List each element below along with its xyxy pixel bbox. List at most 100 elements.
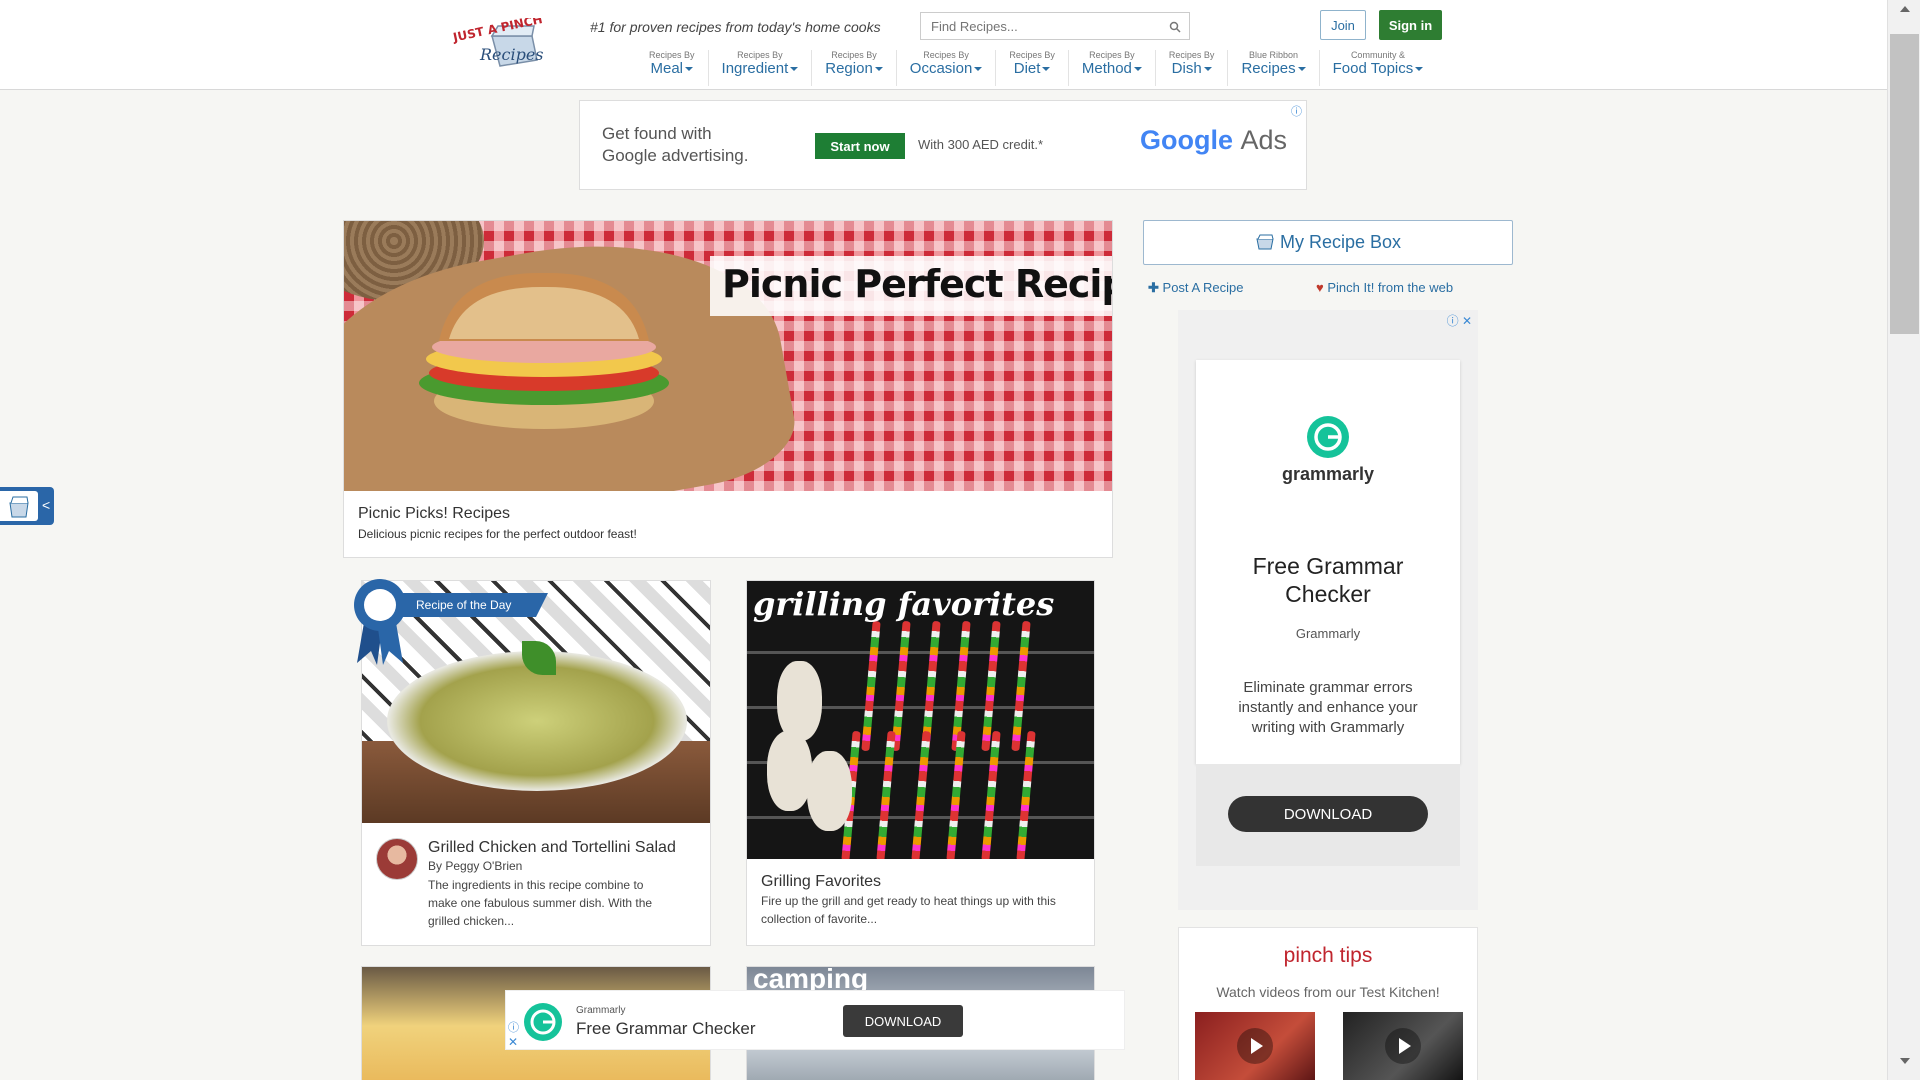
nav-small-label: Blue Ribbon [1249,50,1299,60]
scroll-down-arrow-icon[interactable] [1900,1058,1910,1064]
pinch-it-link[interactable]: ♥ Pinch It! from the web [1316,280,1453,295]
nav-small-label: Recipes By [923,50,969,60]
nav-method[interactable]: Recipes By Method [1069,50,1156,86]
recipe-author[interactable]: By Peggy O'Brien [428,859,522,873]
ad-headline: Free Grammar Checker [576,1019,756,1038]
nav-small-label: Recipes By [831,50,877,60]
grammarly-logo-icon [1307,416,1349,458]
hero-title: Picnic Perfect Recipes [722,262,1112,306]
heart-icon: ♥ [1316,280,1324,295]
ad-cta-area: DOWNLOAD [1196,764,1460,866]
caret-down-icon [874,67,883,72]
ribbon-icon [354,579,406,665]
author-avatar[interactable] [376,838,418,880]
recipe-card[interactable]: Recipe of the Day Grilled Chicken and To… [354,579,711,946]
nav-small-label: Recipes By [1089,50,1135,60]
nav-small-label: Recipes By [1168,50,1215,60]
nav-dish[interactable]: Recipes By Dish [1156,50,1229,86]
tips-subtitle: Watch videos from our Test Kitchen! [1216,984,1440,1000]
grammarly-logo-icon [524,1003,562,1041]
scroll-up-arrow-icon[interactable] [1900,6,1910,12]
nav-small-label: Recipes By [649,50,695,60]
main-nav: Recipes By Meal Recipes By Ingredient Re… [636,50,1436,86]
ad-headline: Free Grammar Checker [1252,553,1404,607]
nav-small-label: Recipes By [737,50,783,60]
download-button[interactable]: DOWNLOAD [843,1005,963,1037]
recipe-box-slide-tab[interactable]: < [0,487,54,525]
nav-label: Food Topics [1333,60,1424,77]
start-now-button[interactable]: Start now [815,133,905,159]
caret-down-icon [1297,67,1306,72]
collection-card[interactable]: grilling favorites Grilling Favorites Fi… [746,580,1095,946]
tips-title: pinch tips [1283,944,1373,967]
collection-title[interactable]: Grilling Favorites [761,873,881,891]
ad-body: Eliminate grammar errors instantly and e… [1238,679,1418,736]
nav-label: Ingredient [722,60,799,77]
join-button[interactable]: Join [1320,10,1366,40]
recipe-of-day-badge: Recipe of the Day [398,593,548,617]
grammarly-bottom-ad[interactable]: ⓘ ✕ Grammarly Free Grammar Checker DOWNL… [505,990,1125,1050]
signin-button[interactable]: Sign in [1379,10,1442,40]
ad-info-icon[interactable]: ⓘ [1291,103,1302,119]
nav-diet[interactable]: Recipes By Diet [996,50,1069,86]
play-icon [1385,1028,1421,1064]
nav-small-label: Community & [1350,50,1405,60]
hero-caption[interactable]: Picnic Picks! Recipes [358,505,510,523]
grammarly-side-ad[interactable]: ⓘ ✕ grammarly Free Grammar Checker Gramm… [1178,310,1478,910]
hero-subtitle: Delicious picnic recipes for the perfect… [358,527,637,541]
nav-occasion[interactable]: Recipes By Occasion [897,50,997,86]
video-thumbnail[interactable] [1343,1012,1463,1080]
sandwich-image [419,272,669,429]
recipe-image [362,581,710,823]
search-icon[interactable] [1169,20,1181,38]
site-header: JUST A PINCH Recipes #1 for proven recip… [0,0,1887,90]
search-box [920,12,1190,40]
ad-brand: Grammarly [1295,626,1361,641]
recipe-description: The ingredients in this recipe combine t… [428,878,653,928]
recipe-box-icon [1255,232,1280,252]
nav-community[interactable]: Community & Food Topics [1320,50,1437,86]
nav-ingredient[interactable]: Recipes By Ingredient [709,50,813,86]
caret-down-icon [685,67,694,72]
hero-image: Picnic Perfect Recipes [344,221,1112,491]
chevron-left-icon: < [42,497,51,513]
download-button[interactable]: DOWNLOAD [1228,796,1428,832]
logo-text-bottom: Recipes [479,45,544,64]
nav-blue-ribbon[interactable]: Blue Ribbon Recipes [1228,50,1320,86]
play-icon [1237,1028,1273,1064]
nav-label: Method [1082,60,1142,77]
pinch-tips-panel: pinch tips Watch videos from our Test Ki… [1178,927,1478,1080]
grilling-image-title: grilling favorites [753,585,1055,623]
search-input[interactable] [921,13,1161,39]
my-recipe-box-button[interactable]: My Recipe Box [1143,220,1513,265]
collection-description: Fire up the grill and get ready to heat … [761,894,1056,926]
ad-info-icon[interactable]: ⓘ [508,1019,519,1035]
site-logo[interactable]: JUST A PINCH Recipes [451,12,572,73]
caret-down-icon [974,67,983,72]
ad-logo-text: grammarly [1281,464,1375,484]
caret-down-icon [1415,67,1424,72]
scrollbar-thumb[interactable] [1890,34,1919,334]
nav-label: Occasion [910,60,983,77]
post-recipe-link[interactable]: ✚ Post A Recipe [1148,280,1243,296]
ad-card: grammarly Free Grammar Checker Grammarly… [1196,360,1460,764]
caret-down-icon [1042,67,1051,72]
ad-credit-text: With 300 AED credit.* [918,137,1043,152]
nav-label: Recipes [1241,60,1306,77]
caret-down-icon [1133,67,1142,72]
nav-region[interactable]: Recipes By Region [812,50,897,86]
site-tagline: #1 for proven recipes from today's home … [590,19,881,35]
google-ads-banner[interactable]: Get found with Google advertising. Start… [579,100,1307,190]
vertical-scrollbar[interactable] [1887,0,1920,1080]
nav-label: Meal [649,60,695,77]
nav-meal[interactable]: Recipes By Meal [636,50,709,86]
nav-label: Diet [1009,60,1055,77]
nav-small-label: Recipes By [1009,50,1055,60]
ad-choices-icon[interactable]: ⓘ ✕ [1447,312,1472,329]
ad-brand: Grammarly [576,1005,626,1016]
ad-text: Get found with Google advertising. [602,124,749,165]
recipe-title[interactable]: Grilled Chicken and Tortellini Salad [428,839,676,857]
hero-feature[interactable]: Picnic Perfect Recipes Picnic Picks! Rec… [343,220,1113,558]
video-thumbnail[interactable] [1195,1012,1315,1080]
close-icon[interactable]: ✕ [508,1035,518,1049]
